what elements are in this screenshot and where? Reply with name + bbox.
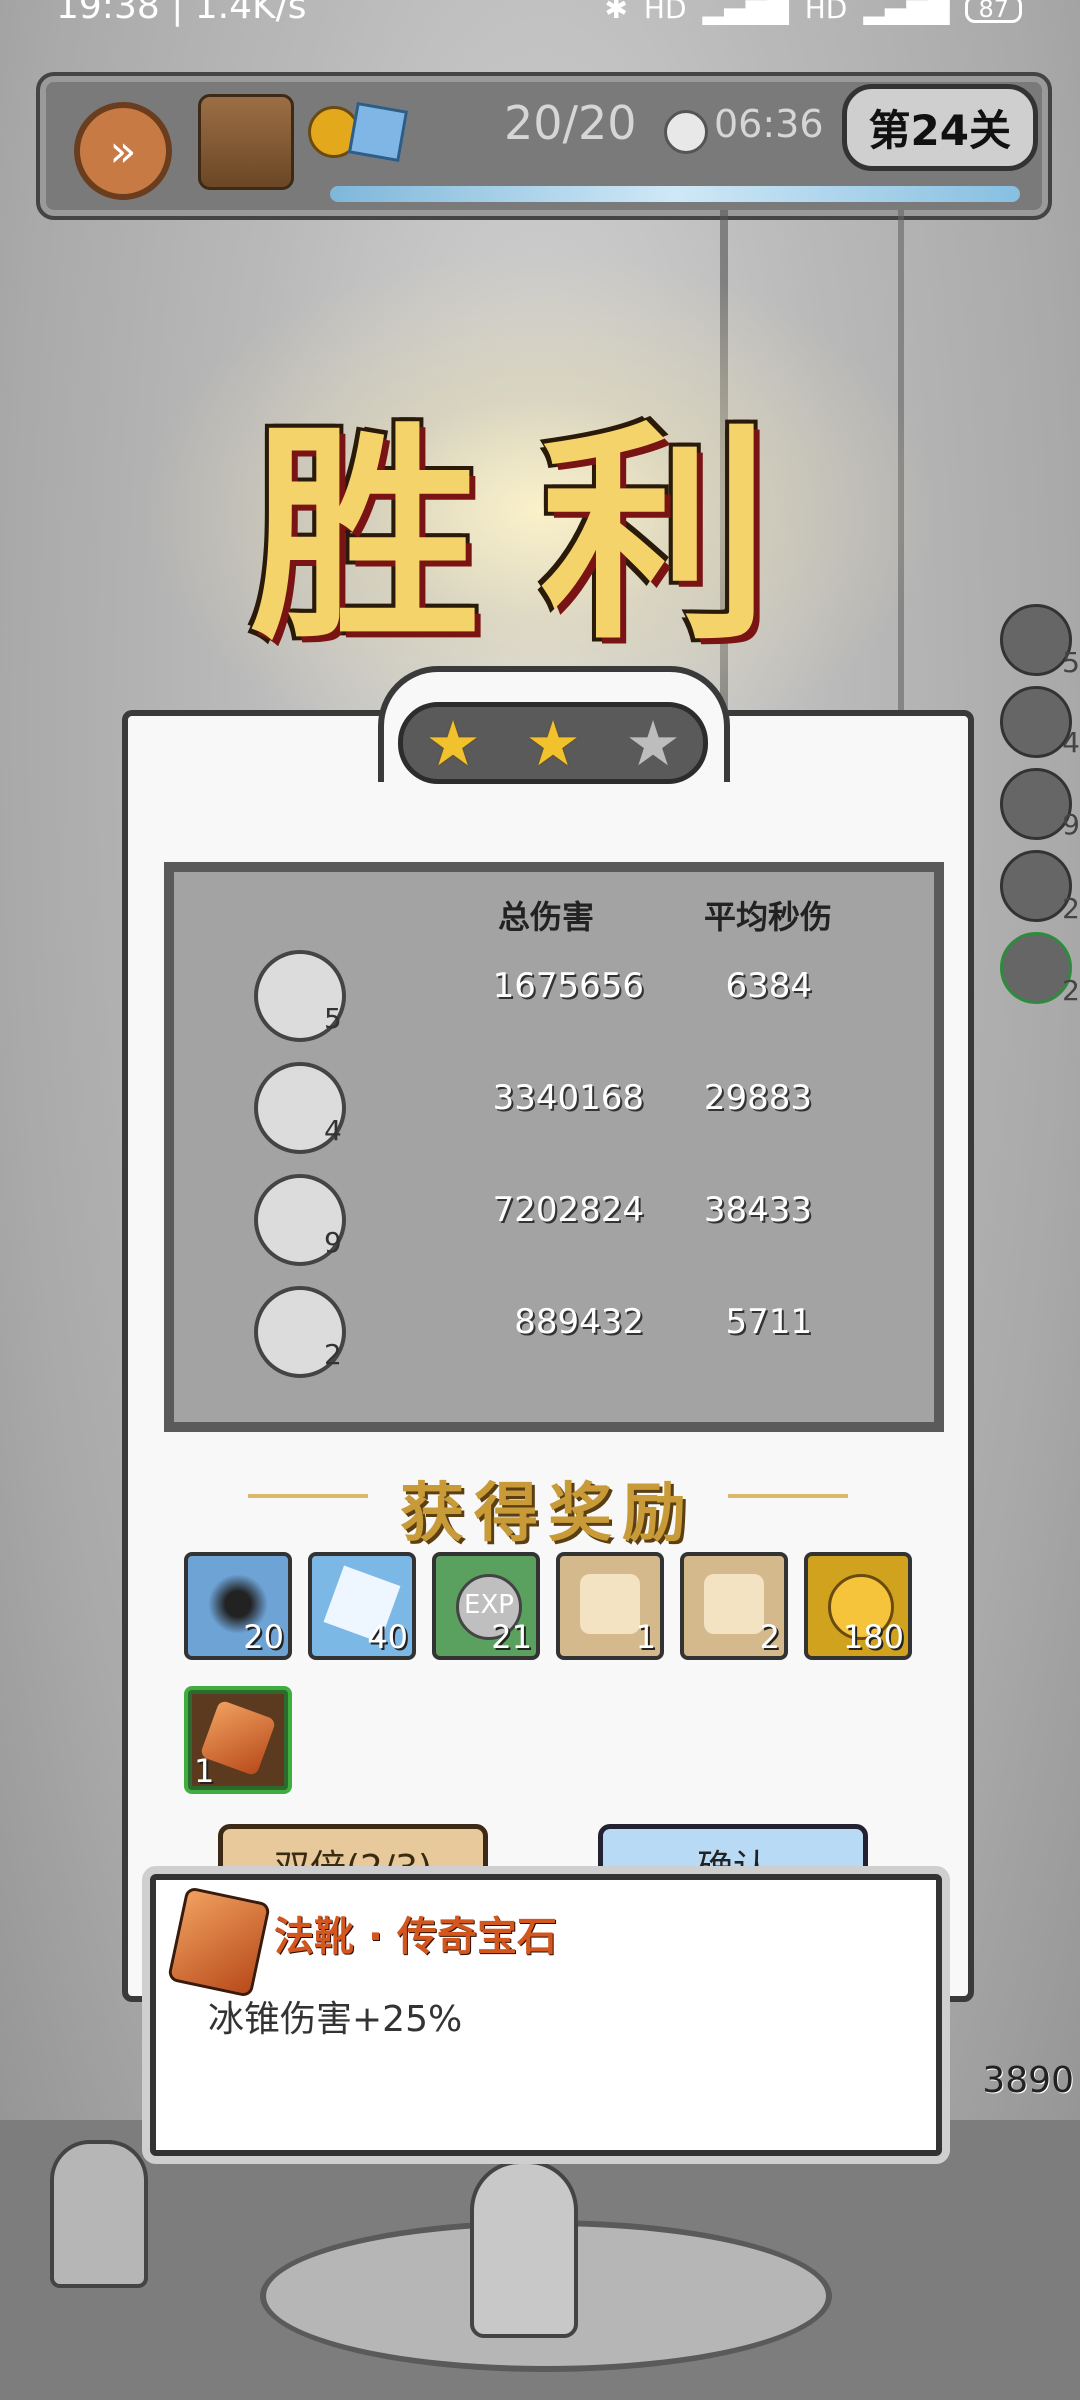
table-row: 2 889432 5711: [174, 1280, 934, 1380]
average-dps-value: 29883: [703, 1078, 812, 1118]
fast-forward-button[interactable]: »: [74, 102, 172, 200]
star-icon-filled: ★: [425, 706, 481, 780]
average-dps-value: 5711: [725, 1302, 812, 1342]
skill-level: 9: [324, 1226, 342, 1259]
legend-gem-icon: [166, 1886, 272, 1998]
header-total-damage: 总伤害: [498, 898, 595, 936]
status-icons: ✱ HD ▂▄▆█ HD ▂▄▆█ 87: [604, 0, 1022, 25]
reward-quantity: 20: [243, 1618, 284, 1656]
hero-character-center: [470, 2160, 578, 2338]
reward-quantity: 1: [194, 1752, 215, 1790]
signal-4g-icon: ▂▄▆█: [863, 0, 950, 25]
total-damage-value: 1675656: [492, 966, 644, 1006]
reward-item[interactable]: 20: [184, 1552, 292, 1660]
star-icon-filled: ★: [525, 706, 581, 780]
bluetooth-icon: ✱: [604, 0, 628, 25]
scroll-cane-icon: [580, 1574, 640, 1634]
reward-quantity: 180: [842, 1618, 904, 1656]
battery-indicator: 87: [965, 0, 1022, 23]
reward-quantity: 40: [367, 1618, 408, 1656]
table-row: 9 7202824 38433: [174, 1168, 934, 1268]
skill-level: 4: [324, 1114, 342, 1147]
result-panel: ★ ★ ★ 总伤害 平均秒伤 5 1675656 6384 4 3340168 …: [122, 666, 974, 2002]
top-hud: » 20/20 06:36 第24关: [36, 72, 1052, 220]
hd-icon: HD: [643, 0, 687, 25]
scroll-boot-icon: [704, 1574, 764, 1634]
clock-icon: [664, 110, 708, 154]
hero-character-left: [50, 2140, 148, 2288]
fast-forward-icon: »: [109, 125, 137, 177]
star-rating: ★ ★ ★: [398, 702, 708, 784]
reward-item-selected[interactable]: 1: [184, 1686, 292, 1794]
tooltip-title: 法靴 · 传奇宝石: [274, 1914, 558, 1960]
total-damage-value: 889432: [514, 1302, 644, 1342]
average-dps-value: 6384: [725, 966, 812, 1006]
status-bar: 19:38 | 1.4K/s ✱ HD ▂▄▆█ HD ▂▄▆█ 87: [0, 0, 1080, 36]
reward-item[interactable]: 40: [308, 1552, 416, 1660]
side-skill-count: 4: [1062, 726, 1080, 759]
reward-quantity: 2: [759, 1618, 780, 1656]
reward-item[interactable]: 2: [680, 1552, 788, 1660]
table-row: 4 3340168 29883: [174, 1056, 934, 1156]
side-skill-count: 2: [1062, 974, 1080, 1007]
tooltip-description: 冰锥伤害+25%: [208, 1999, 463, 2040]
victory-title: 胜利: [250, 404, 830, 671]
progress-bar: [330, 186, 1020, 202]
skill-level: 2: [324, 1338, 342, 1371]
treasure-chest-icon[interactable]: [198, 94, 294, 190]
damage-stats-table: 总伤害 平均秒伤 5 1675656 6384 4 3340168 29883 …: [164, 862, 944, 1432]
level-badge: 第24关: [841, 84, 1038, 171]
side-skill-count: 9: [1062, 808, 1080, 841]
stats-header: 总伤害 平均秒伤: [174, 892, 934, 936]
reward-item[interactable]: 180: [804, 1552, 912, 1660]
wave-counter: 20/20: [504, 96, 637, 150]
side-skill-count: 2: [1062, 892, 1080, 925]
reward-divider-right: [728, 1494, 848, 1498]
hd-icon: HD: [804, 0, 848, 25]
total-damage-value: 3340168: [492, 1078, 644, 1118]
reward-item[interactable]: EXP 21: [432, 1552, 540, 1660]
skill-level: 5: [324, 1002, 342, 1035]
table-row: 5 1675656 6384: [174, 944, 934, 1044]
item-tooltip: 法靴 · 传奇宝石 冰锥伤害+25%: [150, 1874, 942, 2156]
reward-quantity: 21: [491, 1618, 532, 1656]
star-icon-empty: ★: [625, 706, 681, 780]
reward-item[interactable]: 1: [556, 1552, 664, 1660]
scene-score: 3890: [982, 2060, 1074, 2101]
stage-timer: 06:36: [714, 102, 824, 146]
rewards-title: 获得奖励: [400, 1477, 696, 1551]
signal-4g-icon: ▂▄▆█: [702, 0, 789, 25]
header-average-dps: 平均秒伤: [704, 898, 833, 936]
status-time-speed: 19:38 | 1.4K/s: [56, 0, 307, 27]
total-damage-value: 7202824: [492, 1190, 644, 1230]
ice-gem-icon: [347, 101, 409, 163]
reward-quantity: 1: [635, 1618, 656, 1656]
average-dps-value: 38433: [703, 1190, 812, 1230]
